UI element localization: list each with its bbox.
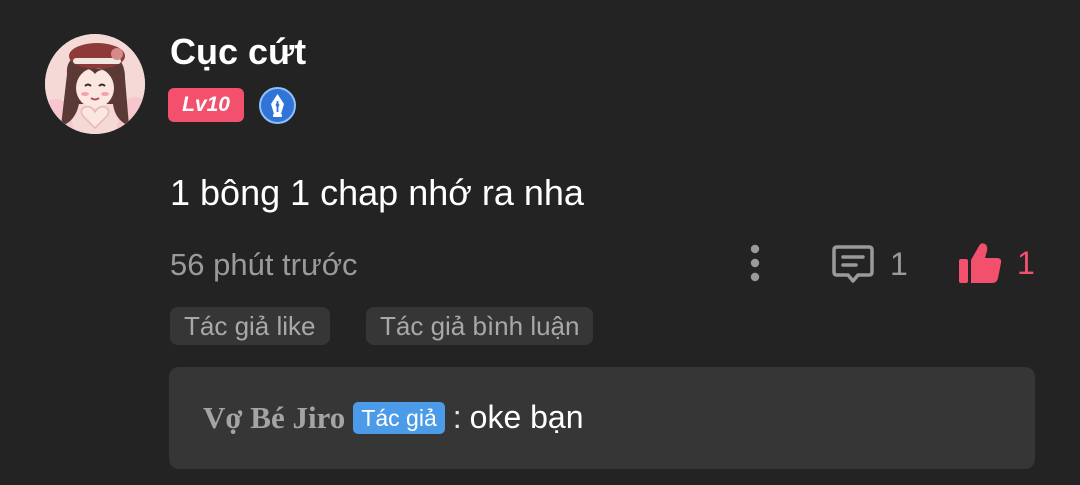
thumbs-up-icon	[957, 240, 1003, 286]
author-badge: Tác giả	[353, 401, 445, 434]
reply-preview-box[interactable]: Vợ Bé Jiro Tác giả : oke bạn	[169, 367, 1035, 469]
username[interactable]: Cục cứt	[170, 30, 306, 74]
tag-author-like: Tác giả like	[170, 307, 330, 345]
reply-button[interactable]: 1	[830, 240, 908, 288]
like-button[interactable]: 1	[957, 238, 1035, 288]
more-options-button[interactable]	[738, 240, 772, 286]
comment-text: 1 bông 1 chap nhớ ra nha	[170, 172, 584, 213]
tag-author-comment: Tác giả bình luận	[366, 307, 594, 345]
comment-icon	[830, 242, 876, 286]
more-vertical-icon	[750, 244, 760, 282]
timestamp: 56 phút trước	[170, 247, 358, 282]
reply-count: 1	[890, 245, 908, 282]
avatar[interactable]	[45, 34, 145, 134]
anime-girl-avatar-image	[45, 34, 145, 134]
pen-nib-badge-icon	[259, 87, 296, 124]
reply-text: oke bạn	[469, 399, 584, 435]
reply-separator: :	[452, 399, 462, 435]
level-badge: Lv10	[168, 88, 244, 122]
reply-preview: Vợ Bé Jiro Tác giả : oke bạn	[203, 399, 584, 436]
reply-author-name[interactable]: Vợ Bé Jiro	[203, 400, 345, 436]
like-count: 1	[1017, 244, 1035, 281]
